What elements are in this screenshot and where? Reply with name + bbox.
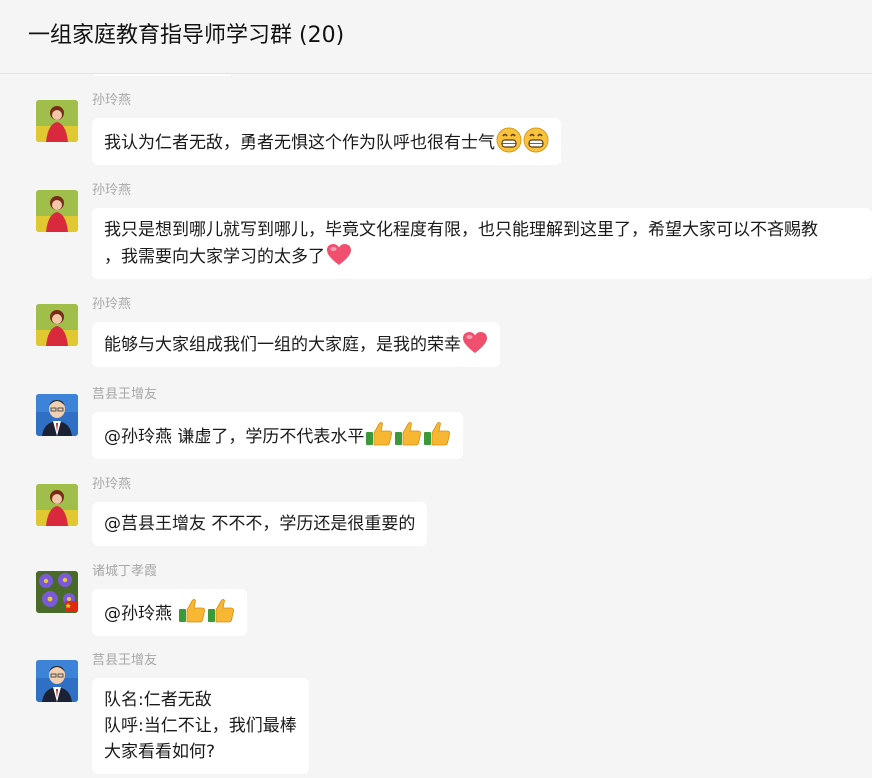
message-bubble[interactable]: @孙玲燕	[92, 589, 248, 636]
sender-name: 孙玲燕	[92, 477, 132, 492]
sender-name: 孙玲燕	[92, 183, 132, 198]
message-text: 我认为仁者无敌，勇者无惧这个作为队呼也很有士气	[104, 133, 495, 153]
chat-header: 一组家庭教育指导师学习群 (20)	[0, 0, 872, 74]
message-text: @莒县王增友 不不不，学历还是很重要的	[104, 514, 416, 534]
avatar[interactable]	[36, 100, 78, 142]
thumbs-up-icon	[207, 598, 235, 624]
avatar[interactable]	[36, 571, 78, 613]
message-bubble[interactable]: 我认为仁者无敌，勇者无惧这个作为队呼也很有士气	[92, 118, 561, 165]
grinning-face-icon	[496, 127, 522, 153]
thumbs-up-icon	[394, 421, 422, 447]
message-text-line: 队名:仁者无敌	[104, 690, 212, 710]
sender-name: 莒县王增友	[92, 653, 158, 668]
avatar[interactable]	[36, 190, 78, 232]
message-bubble[interactable]: @莒县王增友 不不不，学历还是很重要的	[92, 502, 428, 546]
thumbs-up-icon	[365, 421, 393, 447]
message-bubble[interactable]: 我只是想到哪儿就写到哪儿，毕竟文化程度有限，也只能理解到这里了，希望大家可以不吝…	[92, 208, 872, 279]
avatar[interactable]	[36, 304, 78, 346]
message-text: @孙玲燕 谦虚了，学历不代表水平	[104, 427, 365, 447]
sender-name: 莒县王增友	[92, 387, 158, 402]
sender-name: 孙玲燕	[92, 93, 132, 108]
avatar[interactable]	[36, 484, 78, 526]
heart-icon	[326, 243, 352, 267]
message-list[interactable]: 孙玲燕 我认为仁者无敌，勇者无惧这个作为队呼也很有士气 孙玲燕 我只是想到哪儿就…	[0, 74, 872, 778]
message-text-line: 大家看看如何?	[104, 742, 216, 762]
avatar[interactable]	[36, 394, 78, 436]
sender-name: 孙玲燕	[92, 297, 132, 312]
message-bubble[interactable]: 能够与大家组成我们一组的大家庭，是我的荣幸	[92, 322, 500, 367]
grinning-face-icon	[523, 127, 549, 153]
message-text: 能够与大家组成我们一组的大家庭，是我的荣幸	[104, 335, 461, 355]
message-bubble[interactable]: @孙玲燕 谦虚了，学历不代表水平	[92, 412, 464, 459]
message-bubble[interactable]: 队名:仁者无敌 队呼:当仁不让，我们最棒 大家看看如何?	[92, 678, 309, 774]
sender-name: 诸城丁孝霞	[92, 564, 158, 579]
avatar[interactable]	[36, 660, 78, 702]
chat-title: 一组家庭教育指导师学习群 (20)	[28, 23, 345, 48]
thumbs-up-icon	[178, 598, 206, 624]
message-text: @孙玲燕	[104, 604, 178, 624]
message-text-line: ，我需要向大家学习的太多了	[104, 247, 325, 267]
message-text-line: 队呼:当仁不让，我们最棒	[104, 716, 297, 736]
heart-icon	[462, 331, 488, 355]
thumbs-up-icon	[423, 421, 451, 447]
message-text-line: 我只是想到哪儿就写到哪儿，毕竟文化程度有限，也只能理解到这里了，希望大家可以不吝…	[104, 220, 818, 240]
